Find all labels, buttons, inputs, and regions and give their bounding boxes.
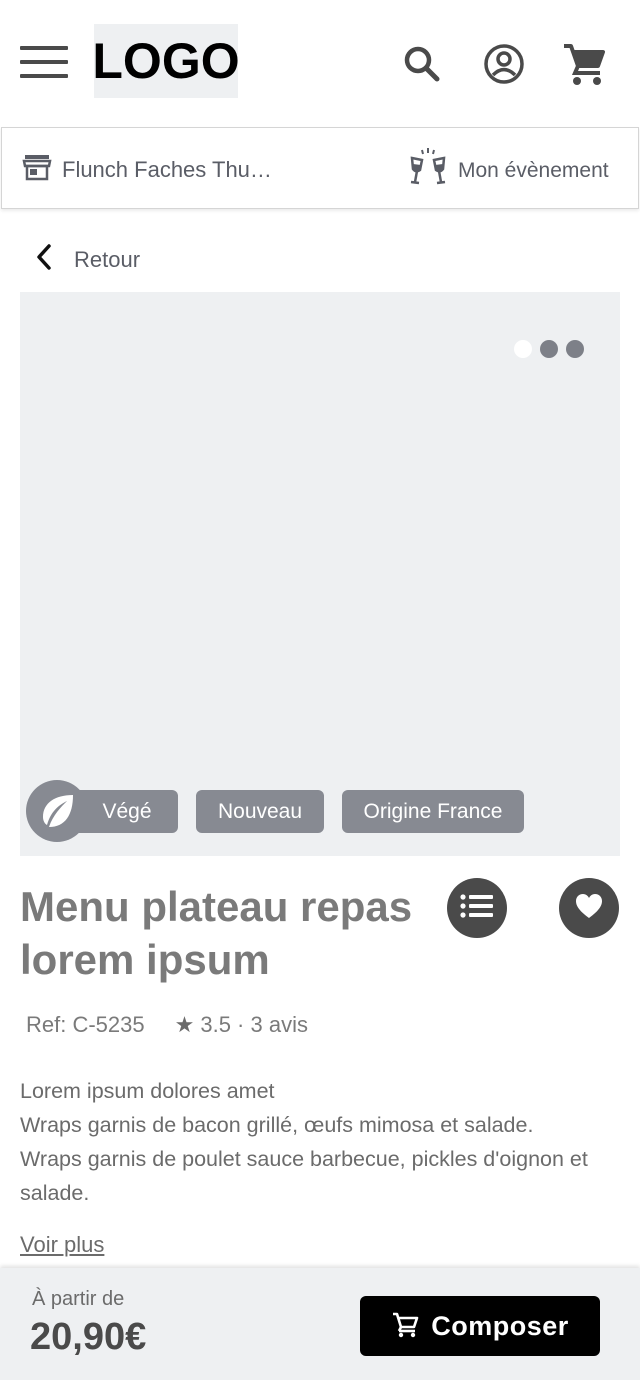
cheers-glasses-icon (408, 148, 448, 193)
back-link[interactable]: Retour (34, 244, 140, 275)
rating-text: 3.5 · 3 avis (200, 1012, 308, 1037)
tag-origine-france: Origine France (342, 790, 524, 833)
tag-label: Végé (102, 799, 152, 823)
product-image-carousel[interactable]: Végé Nouveau Origine France (20, 292, 620, 856)
carousel-dot[interactable] (566, 340, 584, 358)
event-label: Mon évènement (458, 158, 609, 182)
list-button[interactable] (447, 878, 507, 938)
favorite-button[interactable] (559, 878, 619, 938)
description-line: Wraps garnis de poulet sauce barbecue, p… (20, 1147, 588, 1205)
list-icon (459, 892, 495, 925)
chevron-left-icon (34, 244, 54, 275)
menu-icon[interactable] (20, 46, 68, 80)
product-title: Menu plateau repas lorem ipsum (20, 883, 413, 983)
event-selector[interactable]: Mon évènement (408, 148, 609, 193)
product-ref: Ref: C-5235 (26, 1012, 145, 1037)
price: 20,90€ (30, 1316, 147, 1358)
store-bar: Flunch Faches Thu… Mon évènement (1, 127, 639, 209)
description-line: Wraps garnis de bacon grillé, œufs mimos… (20, 1113, 534, 1137)
compose-button[interactable]: Composer (360, 1296, 600, 1356)
tag-label: Nouveau (217, 799, 303, 823)
store-label: Flunch Faches Thu… (62, 156, 272, 182)
compose-label: Composer (431, 1310, 569, 1341)
product-meta: Ref: C-5235 ★ 3.5 · 3 avis (26, 1012, 308, 1038)
heart-icon (574, 892, 604, 925)
cart-icon (391, 1310, 419, 1343)
account-icon[interactable] (480, 40, 528, 88)
carousel-dot[interactable] (514, 340, 532, 358)
tag-label: Origine France (363, 799, 503, 823)
price-prefix: À partir de (32, 1288, 125, 1310)
description-line: Lorem ipsum dolores amet (20, 1079, 275, 1103)
product-description: Lorem ipsum dolores amet Wraps garnis de… (20, 1074, 620, 1210)
store-icon (22, 152, 52, 187)
search-icon[interactable] (398, 40, 446, 88)
read-more-link[interactable]: Voir plus (20, 1232, 104, 1258)
carousel-dots (514, 340, 584, 358)
carousel-dot[interactable] (540, 340, 558, 358)
leaf-icon (26, 780, 88, 842)
back-label: Retour (74, 246, 141, 272)
star-icon: ★ (174, 1012, 195, 1037)
product-rating[interactable]: ★ 3.5 · 3 avis (175, 1012, 308, 1038)
logo[interactable]: LOGO (92, 24, 240, 98)
bottom-bar: À partir de 20,90€ Composer (0, 1268, 640, 1380)
header: LOGO (0, 0, 640, 127)
tag-nouveau: Nouveau (196, 790, 324, 833)
cart-icon[interactable] (560, 40, 608, 88)
store-selector[interactable]: Flunch Faches Thu… (22, 152, 272, 187)
